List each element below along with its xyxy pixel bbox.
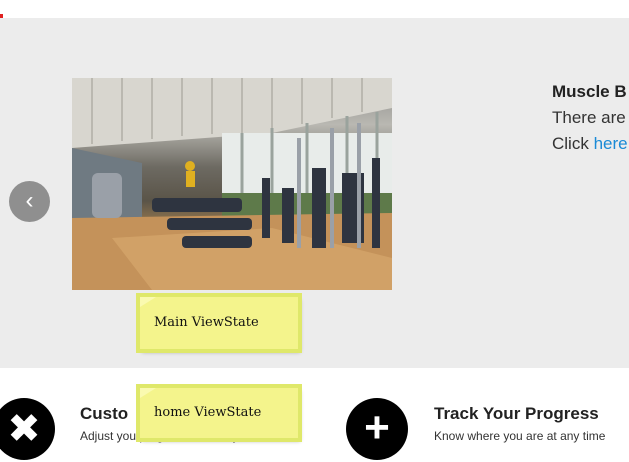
gym-photo: [72, 78, 392, 290]
slide-caption: Muscle B There are Click here: [552, 82, 628, 160]
carousel-prev-button[interactable]: ‹: [9, 181, 50, 222]
feature-glyph-right: +: [364, 403, 390, 452]
feature-title-track-progress: Track Your Progress: [434, 404, 599, 423]
chevron-left-icon: ‹: [25, 187, 34, 214]
slide-title: Muscle B: [552, 82, 627, 101]
feature-desc-track-progress: Know where you are at any time: [434, 429, 606, 443]
feature-glyph-left: ✖: [7, 407, 41, 451]
sticky-note-home-viewstate: home ViewState: [140, 388, 298, 438]
gym-photo-illustration: [72, 78, 392, 290]
slide-description: There are: [552, 108, 626, 127]
slide-link[interactable]: here: [594, 134, 628, 153]
sticky-note-main-viewstate: Main ViewState: [140, 297, 298, 349]
arrows-out-icon: ✖: [0, 398, 55, 460]
image-carousel: ‹ Muscle B There are Click here: [0, 18, 629, 368]
plus-icon: +: [346, 398, 408, 460]
slide-cta: Click here: [552, 134, 628, 154]
feature-title-customize: Custo: [80, 404, 129, 423]
slide-cta-prefix: Click: [552, 134, 594, 153]
